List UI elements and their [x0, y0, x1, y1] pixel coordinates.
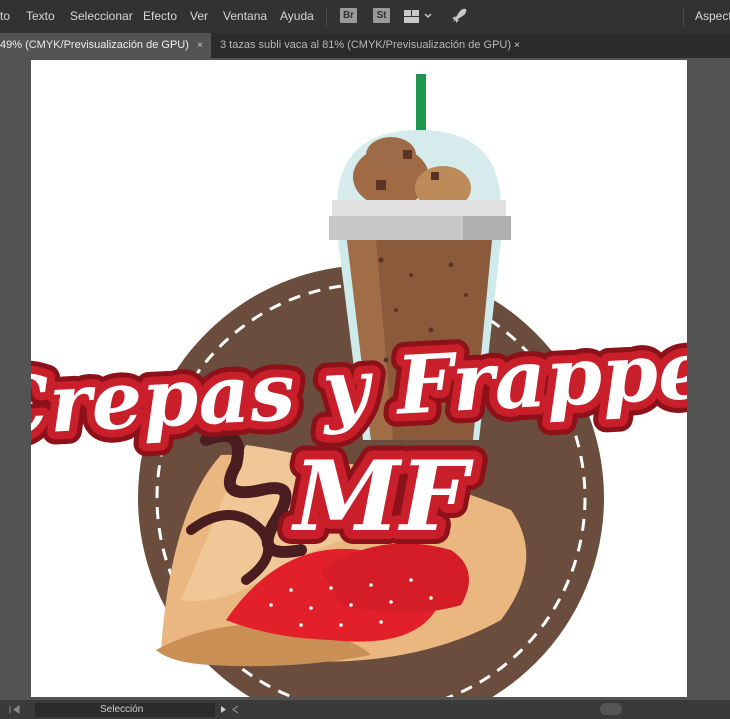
logo-artwork: Crepas y Frappes Crepas y Frappes Crepas… — [31, 74, 687, 697]
straw — [416, 74, 426, 136]
menu-ver[interactable]: Ver — [190, 9, 208, 23]
right-canvas-area — [688, 58, 730, 700]
status-arrows-icon[interactable] — [218, 703, 242, 716]
menu-bar: to Texto Seleccionar Efecto Ver Ventana … — [0, 0, 730, 33]
workspace-label[interactable]: Aspect — [695, 9, 730, 23]
tab-document-3-tazas[interactable]: 3 tazas subli vaca al 81% (CMYK/Previsua… — [212, 33, 530, 58]
menu-objeto[interactable]: to — [0, 9, 10, 23]
arrange-documents-icon[interactable] — [404, 10, 432, 23]
status-tool-label: Selección — [100, 704, 144, 715]
menu-ventana[interactable]: Ventana — [223, 9, 267, 23]
horizontal-scrollbar-thumb[interactable] — [600, 703, 622, 715]
artboard-nav-first-icon[interactable] — [0, 703, 30, 716]
menu-ayuda[interactable]: Ayuda — [280, 9, 314, 23]
close-icon[interactable]: × — [197, 33, 203, 58]
menu-separator-right — [683, 7, 684, 26]
status-bar: Selección — [0, 700, 730, 719]
logo-text-line2: MF MF MF — [277, 426, 488, 567]
artboard[interactable]: Crepas y Frappes Crepas y Frappes Crepas… — [31, 60, 687, 697]
svg-text:MF: MF — [291, 440, 474, 553]
menu-seleccionar[interactable]: Seleccionar — [70, 9, 133, 23]
cup-lid-rim — [332, 200, 506, 216]
menu-efecto[interactable]: Efecto — [143, 9, 177, 23]
stock-icon[interactable]: St — [373, 8, 390, 23]
tab-label: 3 tazas subli vaca al 81% (CMYK/Previsua… — [220, 39, 512, 51]
menu-separator — [326, 7, 327, 26]
bridge-icon[interactable]: Br — [340, 8, 357, 23]
tab-label: 49% (CMYK/Previsualización de GPU) — [0, 39, 189, 51]
status-tool-field[interactable]: Selección — [35, 703, 215, 717]
close-icon[interactable]: × — [514, 33, 520, 58]
menu-texto[interactable]: Texto — [26, 9, 55, 23]
tab-document-active[interactable]: 49% (CMYK/Previsualización de GPU) × — [0, 33, 211, 58]
document-tab-bar: 49% (CMYK/Previsualización de GPU) × 3 t… — [0, 33, 730, 58]
rocket-icon[interactable] — [450, 7, 468, 25]
